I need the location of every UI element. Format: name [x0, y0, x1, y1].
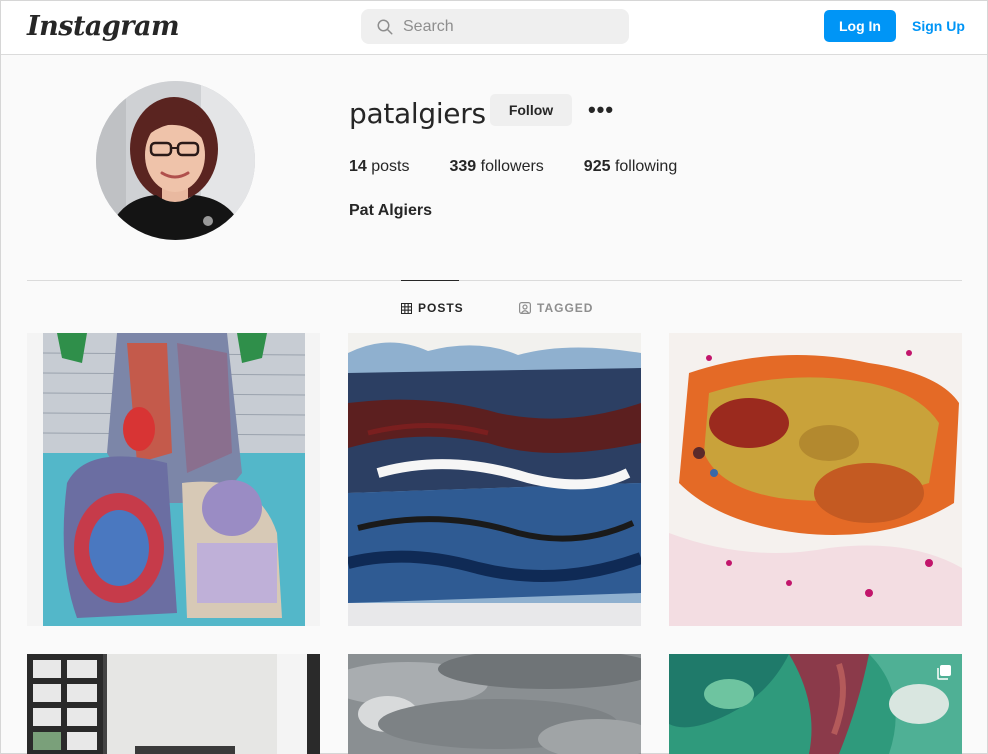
active-tab-indicator	[401, 280, 459, 281]
follow-button[interactable]: Follow	[490, 94, 572, 126]
instagram-logo[interactable]: Instagram	[27, 11, 180, 42]
profile-avatar[interactable]	[96, 81, 255, 240]
top-navigation-bar: Instagram Log In Sign Up	[1, 1, 987, 55]
profile-stats: 14 posts 339 followers 925 following	[349, 158, 717, 176]
tab-tagged[interactable]: TAGGED	[519, 301, 593, 315]
login-button[interactable]: Log In	[824, 10, 896, 42]
photo-window-room	[27, 654, 320, 754]
tab-posts-label: POSTS	[418, 301, 464, 315]
post-tile-6[interactable]	[669, 654, 962, 754]
artwork-green-abstract	[669, 654, 962, 754]
search-box[interactable]	[361, 9, 629, 44]
signup-link[interactable]: Sign Up	[912, 18, 965, 34]
photo-cloudy-sky	[348, 654, 641, 754]
tabs-divider	[27, 280, 962, 281]
post-tile-1[interactable]	[27, 333, 320, 626]
post-tile-5[interactable]	[348, 654, 641, 754]
search-icon	[377, 19, 393, 35]
profile-full-name: Pat Algiers	[349, 202, 432, 219]
artwork-blue-abstract	[348, 333, 641, 626]
tab-tagged-label: TAGGED	[537, 301, 594, 315]
search-input[interactable]	[403, 9, 613, 44]
tab-posts[interactable]: POSTS	[401, 301, 464, 315]
grid-icon	[401, 302, 412, 314]
post-tile-2[interactable]	[348, 333, 641, 626]
post-tile-4[interactable]	[27, 654, 320, 754]
posts-count: 14 posts	[349, 158, 410, 175]
multiple-posts-icon	[937, 665, 951, 680]
following-count[interactable]: 925 following	[584, 158, 677, 176]
tagged-icon	[519, 302, 531, 314]
artwork-orange-abstract	[669, 333, 962, 626]
profile-username: patalgiers	[349, 97, 486, 130]
more-options-icon[interactable]: •••	[586, 97, 616, 122]
post-tile-3[interactable]	[669, 333, 962, 626]
artwork-figure-painting	[27, 333, 320, 626]
followers-count[interactable]: 339 followers	[450, 158, 544, 176]
